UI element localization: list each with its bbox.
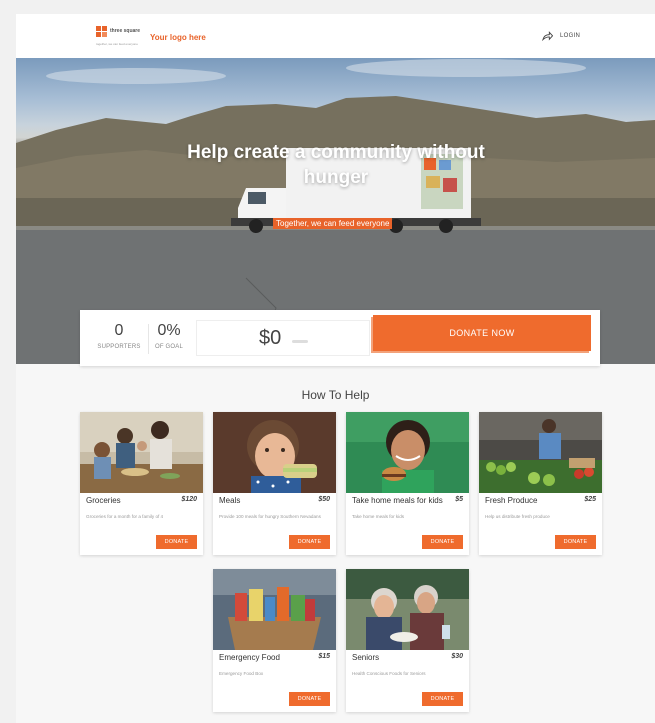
donate-button[interactable]: DONATE bbox=[289, 692, 330, 706]
card-description: Groceries for a month for a family of 4 bbox=[86, 514, 164, 519]
donation-amount-value: $0 bbox=[259, 327, 282, 349]
card-description: Provide 100 meals for hungry Southern Ne… bbox=[219, 514, 321, 519]
card-title: Meals bbox=[219, 496, 241, 505]
girl-eating-sandwich-photo bbox=[213, 412, 336, 493]
donation-card-emergency-food[interactable]: Emergency Food $15 Emergency Food Box DO… bbox=[213, 569, 336, 712]
goal-percent: 0% bbox=[157, 322, 181, 339]
donate-button[interactable]: DONATE bbox=[156, 535, 197, 549]
girl-with-burger-photo bbox=[346, 412, 469, 493]
share-arrow-icon bbox=[542, 31, 553, 41]
card-price: $15 bbox=[318, 653, 330, 660]
logo-subtext: together, we can feed everyone bbox=[96, 42, 138, 46]
three-square-logo[interactable]: three square together, we can feed every… bbox=[96, 26, 142, 46]
donation-card-take-home-meals[interactable]: Take home meals for kids $5 Take home me… bbox=[346, 412, 469, 555]
goal-label: OF GOAL bbox=[154, 344, 184, 350]
card-title: Fresh Produce bbox=[485, 496, 538, 505]
your-logo-placeholder: Your logo here bbox=[150, 33, 206, 42]
supporters-count: 0 bbox=[114, 322, 124, 339]
family-cooking-photo bbox=[80, 412, 203, 493]
card-price: $5 bbox=[455, 496, 463, 503]
donate-button[interactable]: DONATE bbox=[422, 535, 463, 549]
card-title: Groceries bbox=[86, 496, 121, 505]
hero-subtitle: Together, we can feed everyone bbox=[273, 218, 393, 229]
card-price: $30 bbox=[451, 653, 463, 660]
login-link[interactable]: LOGIN bbox=[542, 30, 580, 42]
donation-card-fresh-produce[interactable]: Fresh Produce $25 Help us distribute fre… bbox=[479, 412, 602, 555]
donation-amount-field[interactable]: $0 bbox=[196, 320, 370, 356]
header: three square together, we can feed every… bbox=[16, 14, 655, 58]
card-description: Health Conscious Foods for Seniors bbox=[352, 671, 426, 676]
donation-card-seniors[interactable]: Seniors $30 Health Conscious Foods for S… bbox=[346, 569, 469, 712]
donation-stats-bar: 0 SUPPORTERS 0% OF GOAL $0 DONATE NOW bbox=[80, 310, 600, 366]
card-description: Take home meals for kids bbox=[352, 514, 405, 519]
how-to-help-title: How To Help bbox=[301, 388, 370, 402]
currency-indicator bbox=[292, 340, 308, 343]
hero-title: Help create a community without hunger bbox=[187, 142, 485, 188]
card-price: $25 bbox=[584, 496, 596, 503]
login-label: LOGIN bbox=[560, 33, 581, 39]
card-title: Take home meals for kids bbox=[352, 496, 443, 505]
card-price: $50 bbox=[318, 496, 330, 503]
page: three square together, we can feed every… bbox=[16, 14, 655, 723]
card-title: Emergency Food bbox=[219, 653, 280, 662]
card-price: $120 bbox=[181, 496, 197, 503]
produce-stand-photo bbox=[479, 412, 602, 493]
supporters-label: SUPPORTERS bbox=[97, 344, 141, 350]
donation-card-meals[interactable]: Meals $50 Provide 100 meals for hungry S… bbox=[213, 412, 336, 555]
food-box-photo bbox=[213, 569, 336, 650]
supporters-stat: 0 SUPPORTERS bbox=[88, 310, 150, 366]
seniors-photo bbox=[346, 569, 469, 650]
card-title: Seniors bbox=[352, 653, 380, 662]
donate-now-button[interactable]: DONATE NOW bbox=[373, 315, 591, 351]
donation-card-groceries[interactable]: Groceries $120 Groceries for a month for… bbox=[80, 412, 203, 555]
donate-button[interactable]: DONATE bbox=[289, 535, 330, 549]
donate-button[interactable]: DONATE bbox=[422, 692, 463, 706]
goal-stat: 0% OF GOAL bbox=[148, 310, 190, 366]
card-description: Help us distribute fresh produce bbox=[485, 514, 550, 519]
card-description: Emergency Food Box bbox=[219, 671, 264, 676]
logo-text: three square bbox=[110, 28, 141, 34]
donate-button[interactable]: DONATE bbox=[555, 535, 596, 549]
